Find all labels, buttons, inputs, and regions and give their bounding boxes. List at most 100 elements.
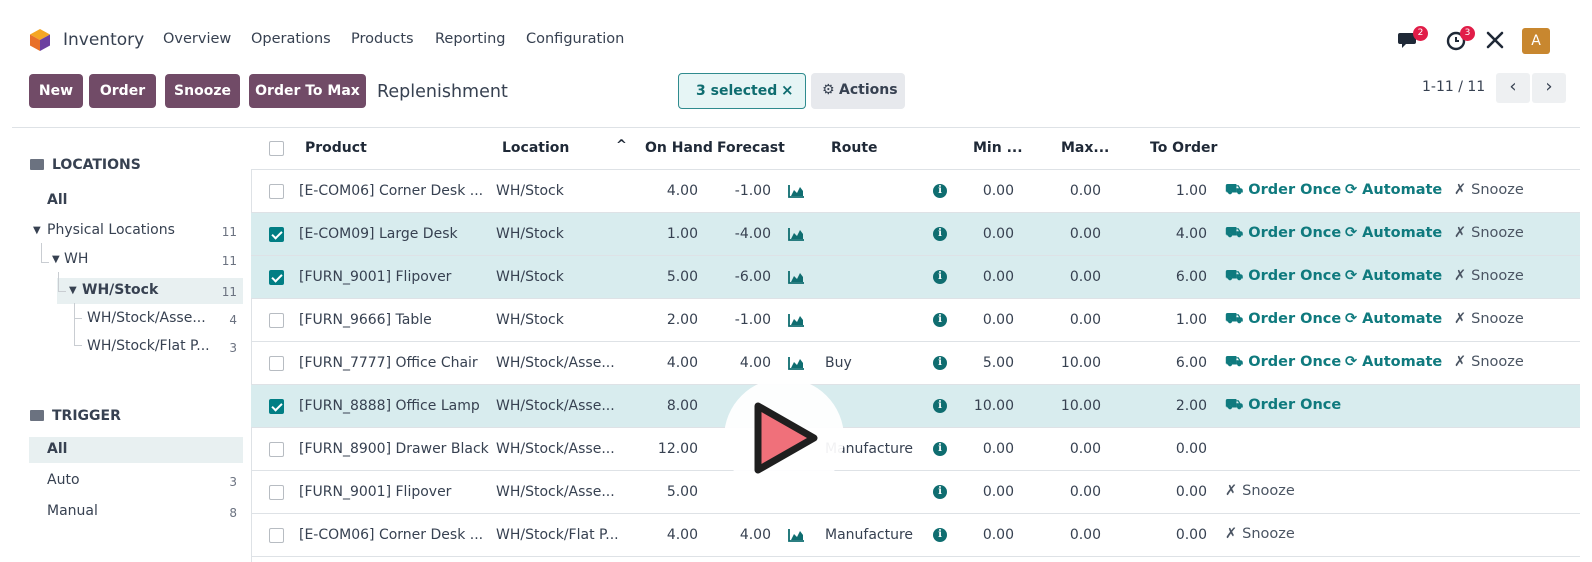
order-once-button[interactable]: ⛟ Order Once [1225, 225, 1341, 243]
row-checkbox[interactable] [269, 184, 284, 199]
row-checkbox[interactable] [269, 485, 284, 500]
new-button[interactable]: New [29, 74, 83, 108]
cell-product[interactable]: [FURN_8900] Drawer Black [299, 441, 489, 457]
order-to-max-button[interactable]: Order To Max [249, 74, 366, 108]
debug-tools-icon[interactable] [1484, 29, 1506, 51]
snooze-row-button[interactable]: ✗ Snooze [1225, 483, 1295, 499]
automate-button[interactable]: ⟳ Automate [1345, 311, 1442, 327]
clear-selection-icon[interactable]: × [781, 81, 794, 99]
row-checkbox[interactable] [269, 227, 284, 242]
menu-overview[interactable]: Overview [163, 31, 231, 47]
sort-asc-icon[interactable]: ^ [616, 138, 627, 153]
col-product[interactable]: Product [305, 140, 367, 156]
forecast-graph-icon[interactable] [788, 184, 805, 198]
caret-down-icon[interactable]: ▼ [33, 225, 41, 236]
table-row[interactable]: [E-COM06] Corner Desk ... WH/Stock 4.00 -1.… [251, 170, 1580, 213]
snooze-row-button[interactable]: ✗ Snooze [1454, 311, 1524, 327]
order-once-button[interactable]: ⛟ Order Once [1225, 182, 1341, 200]
snooze-row-button[interactable]: ✗ Snooze [1454, 182, 1524, 198]
row-checkbox[interactable] [269, 270, 284, 285]
col-max[interactable]: Max... [1061, 140, 1109, 156]
cell-product[interactable]: [FURN_9001] Flipover [299, 269, 451, 285]
pager-next-button[interactable]: › [1532, 73, 1566, 103]
row-checkbox[interactable] [269, 528, 284, 543]
inventory-app-icon[interactable] [29, 28, 51, 52]
table-row[interactable]: [FURN_9001] Flipover WH/Stock/Asse... 5.00… [251, 471, 1580, 514]
cell-product[interactable]: [FURN_9001] Flipover [299, 484, 451, 500]
snooze-row-button[interactable]: ✗ Snooze [1454, 225, 1524, 241]
order-once-button[interactable]: ⛟ Order Once [1225, 311, 1341, 329]
actions-button[interactable]: ⚙ Actions [811, 73, 905, 109]
app-name[interactable]: Inventory [63, 30, 144, 50]
table-row[interactable]: [FURN_7777] Office Chair WH/Stock/Asse...… [251, 342, 1580, 385]
col-on-hand[interactable]: On Hand [645, 140, 713, 156]
automate-button[interactable]: ⟳ Automate [1345, 268, 1442, 284]
col-forecast[interactable]: Forecast [717, 140, 785, 156]
menu-reporting[interactable]: Reporting [435, 31, 506, 47]
forecast-graph-icon[interactable] [788, 356, 805, 370]
table-row[interactable]: [FURN_8888] Office Lamp WH/Stock/Asse... 8… [251, 385, 1580, 428]
table-row[interactable]: [FURN_9001] Flipover WH/Stock 5.00 -6.00 i 0.… [251, 256, 1580, 299]
trigger-auto[interactable]: Auto [47, 472, 80, 488]
menu-operations[interactable]: Operations [251, 31, 331, 47]
info-icon[interactable]: i [933, 227, 947, 241]
order-button[interactable]: Order [89, 74, 156, 108]
col-location[interactable]: Location [502, 140, 569, 156]
trigger-manual[interactable]: Manual [47, 503, 98, 519]
table-row[interactable]: [E-COM09] Large Desk WH/Stock 1.00 -4.00 i 0.… [251, 213, 1580, 256]
order-once-button[interactable]: ⛟ Order Once [1225, 397, 1341, 415]
location-wh-stock-asse[interactable]: WH/Stock/Asse... [87, 310, 206, 326]
order-once-button[interactable]: ⛟ Order Once [1225, 354, 1341, 372]
forecast-graph-icon[interactable] [788, 270, 805, 284]
pager-value[interactable]: 1-11 / 11 [1422, 79, 1485, 95]
location-wh-stock-flat[interactable]: WH/Stock/Flat P... [87, 338, 210, 354]
row-checkbox[interactable] [269, 442, 284, 457]
location-physical[interactable]: Physical Locations [47, 222, 175, 238]
row-checkbox[interactable] [269, 356, 284, 371]
caret-down-icon[interactable]: ▼ [52, 254, 60, 265]
location-all[interactable]: All [47, 192, 67, 208]
cell-product[interactable]: [FURN_8888] Office Lamp [299, 398, 480, 414]
info-icon[interactable]: i [933, 184, 947, 198]
automate-button[interactable]: ⟳ Automate [1345, 182, 1442, 198]
automate-button[interactable]: ⟳ Automate [1345, 225, 1442, 241]
menu-products[interactable]: Products [351, 31, 414, 47]
user-avatar[interactable]: A [1522, 28, 1550, 54]
snooze-row-button[interactable]: ✗ Snooze [1454, 354, 1524, 370]
cell-product[interactable]: [E-COM06] Corner Desk ... [299, 183, 483, 199]
cell-product[interactable]: [FURN_9666] Table [299, 312, 432, 328]
play-video-icon[interactable] [708, 372, 860, 504]
info-icon[interactable]: i [933, 442, 947, 456]
pager-previous-button[interactable]: ‹ [1496, 73, 1530, 103]
location-wh[interactable]: WH [64, 251, 88, 267]
cell-product[interactable]: [FURN_7777] Office Chair [299, 355, 478, 371]
select-all-checkbox[interactable] [269, 141, 284, 156]
info-icon[interactable]: i [933, 528, 947, 542]
automate-button[interactable]: ⟳ Automate [1345, 354, 1442, 370]
col-to-order[interactable]: To Order [1150, 140, 1217, 156]
table-row[interactable]: [FURN_8900] Drawer Black WH/Stock/Asse...… [251, 428, 1580, 471]
row-checkbox[interactable] [269, 313, 284, 328]
info-icon[interactable]: i [933, 399, 947, 413]
snooze-row-button[interactable]: ✗ Snooze [1225, 526, 1295, 542]
info-icon[interactable]: i [933, 356, 947, 370]
location-wh-stock[interactable]: WH/Stock [82, 282, 158, 298]
order-once-button[interactable]: ⛟ Order Once [1225, 268, 1341, 286]
trigger-all[interactable]: All [47, 441, 67, 457]
cell-product[interactable]: [E-COM06] Corner Desk ... [299, 527, 483, 543]
cell-product[interactable]: [E-COM09] Large Desk [299, 226, 458, 242]
caret-down-icon[interactable]: ▼ [69, 285, 77, 296]
table-row[interactable]: [E-COM06] Corner Desk ... WH/Stock/Flat P… [251, 514, 1580, 557]
info-icon[interactable]: i [933, 485, 947, 499]
table-row[interactable]: [FURN_9666] Table WH/Stock 2.00 -1.00 i 0.00 0… [251, 299, 1580, 342]
forecast-graph-icon[interactable] [788, 313, 805, 327]
info-icon[interactable]: i [933, 313, 947, 327]
info-icon[interactable]: i [933, 270, 947, 284]
forecast-graph-icon[interactable] [788, 528, 805, 542]
col-min[interactable]: Min ... [973, 140, 1023, 156]
snooze-button[interactable]: Snooze [165, 74, 240, 108]
col-route[interactable]: Route [831, 140, 878, 156]
menu-configuration[interactable]: Configuration [526, 31, 624, 47]
forecast-graph-icon[interactable] [788, 227, 805, 241]
snooze-row-button[interactable]: ✗ Snooze [1454, 268, 1524, 284]
